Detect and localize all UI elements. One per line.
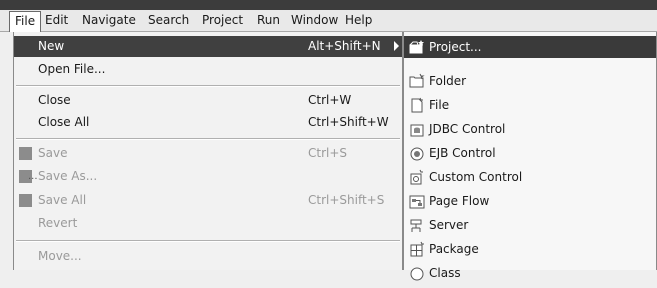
shortcut-label: Ctrl+Shift+W	[308, 115, 389, 129]
menu-help[interactable]: Help	[339, 12, 378, 29]
submenu-arrow-icon	[394, 41, 399, 51]
submenu-item-package[interactable]: Package	[404, 238, 656, 260]
submenu-item-label: Package	[429, 242, 479, 256]
save-as-icon	[19, 170, 38, 183]
server-icon	[409, 217, 425, 233]
menu-item-save[interactable]: Save Ctrl+S	[14, 143, 402, 164]
submenu-item-file[interactable]: File	[404, 94, 656, 116]
submenu-item-label: Server	[429, 218, 469, 232]
menu-run[interactable]: Run	[251, 12, 286, 29]
submenu-item-label: Custom Control	[429, 170, 523, 184]
custom-control-icon	[409, 169, 425, 185]
submenu-item-class[interactable]: Class	[404, 262, 656, 284]
submenu-item-label: Folder	[429, 74, 467, 88]
menu-item-open-file[interactable]: Open File...	[14, 59, 402, 80]
submenu-item-custom-control[interactable]: Custom Control	[404, 166, 656, 188]
ejb-control-icon	[409, 145, 425, 161]
submenu-item-label: EJB Control	[429, 146, 496, 160]
menu-window[interactable]: Window	[285, 12, 344, 29]
menu-separator	[16, 240, 400, 242]
submenu-item-folder[interactable]: Folder	[404, 70, 656, 92]
menu-item-revert[interactable]: Revert	[14, 213, 402, 234]
menu-navigate[interactable]: Navigate	[76, 12, 142, 29]
submenu-item-project[interactable]: Project...	[404, 36, 656, 58]
menu-item-label: Close	[38, 93, 71, 107]
menu-project[interactable]: Project	[196, 12, 249, 29]
menu-item-label: New	[38, 39, 65, 53]
menu-file[interactable]: File	[9, 11, 42, 32]
menu-item-label: Save	[38, 146, 68, 160]
jdbc-control-icon	[409, 121, 425, 137]
menu-item-new[interactable]: New Alt+Shift+N	[14, 36, 402, 57]
menu-item-save-all[interactable]: Save All Ctrl+Shift+S	[14, 190, 402, 211]
menu-item-label: Move...	[38, 249, 82, 263]
save-all-icon	[19, 194, 32, 207]
submenu-item-jdbc-control[interactable]: JDBC Control	[404, 118, 656, 140]
menu-item-label: Open File...	[38, 62, 106, 76]
menu-item-label: Save As...	[38, 169, 98, 183]
submenu-item-label: JDBC Control	[429, 122, 506, 136]
menu-item-label: Close All	[38, 115, 90, 129]
menu-separator	[16, 138, 400, 140]
file-icon	[409, 97, 425, 113]
shortcut-label: Ctrl+Shift+S	[308, 193, 385, 207]
submenu-item-server[interactable]: Server	[404, 214, 656, 236]
submenu-item-label: Class	[429, 266, 461, 280]
package-icon	[409, 241, 425, 257]
class-icon	[409, 265, 425, 281]
menu-item-label: Revert	[38, 216, 78, 230]
menu-bar: File Edit Navigate Search Project Run Wi…	[0, 10, 657, 32]
menu-item-label: Save All	[38, 193, 87, 207]
menu-item-close-all[interactable]: Close All Ctrl+Shift+W	[14, 112, 402, 133]
menu-item-move[interactable]: Move...	[14, 246, 402, 267]
new-submenu: Project... Folder File JDBC Control EJB …	[403, 32, 657, 281]
page-flow-icon	[409, 193, 425, 209]
submenu-item-label: Project...	[429, 40, 482, 54]
menu-search[interactable]: Search	[142, 12, 195, 29]
window-titlebar	[0, 0, 657, 10]
menu-edit[interactable]: Edit	[39, 12, 74, 29]
project-icon	[409, 39, 425, 55]
folder-icon	[409, 73, 425, 89]
submenu-item-label: Page Flow	[429, 194, 490, 208]
shortcut-label: Alt+Shift+N	[308, 39, 381, 53]
menu-item-save-as[interactable]: Save As...	[14, 166, 402, 187]
submenu-item-ejb-control[interactable]: EJB Control	[404, 142, 656, 164]
menu-item-close[interactable]: Close Ctrl+W	[14, 90, 402, 111]
submenu-item-page-flow[interactable]: Page Flow	[404, 190, 656, 212]
save-icon	[19, 147, 32, 160]
shortcut-label: Ctrl+W	[308, 93, 352, 107]
submenu-item-label: File	[429, 98, 450, 112]
menu-separator	[16, 85, 400, 87]
file-menu-dropdown: New Alt+Shift+N Open File... Close Ctrl+…	[13, 32, 403, 270]
shortcut-label: Ctrl+S	[308, 146, 348, 160]
